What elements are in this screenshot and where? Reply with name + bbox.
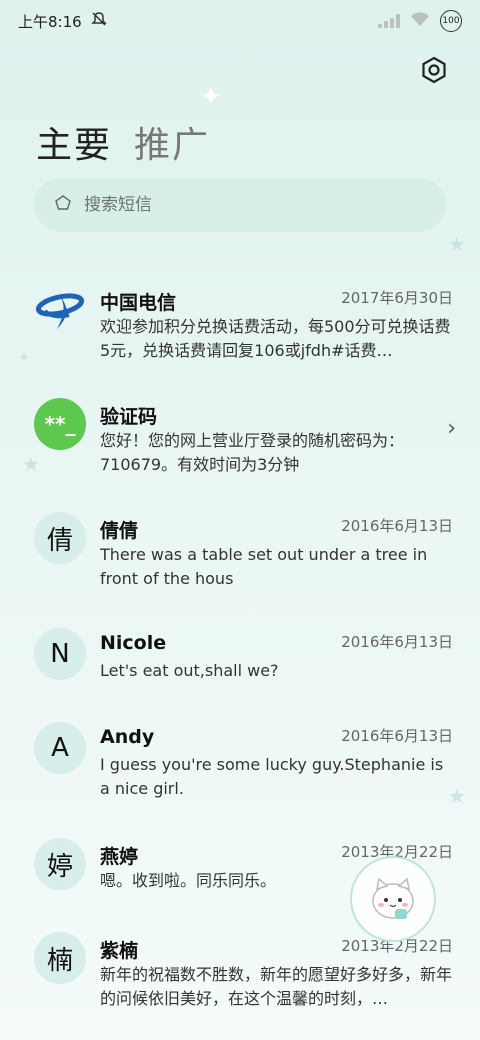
conversation-preview: Let's eat out,shall we? bbox=[100, 661, 279, 680]
conversation-item[interactable]: A Andy 2016年6月13日 I guess you're some lu… bbox=[0, 706, 480, 806]
avatar: 倩 bbox=[34, 512, 86, 564]
conversation-preview: 新年的祝福数不胜数，新年的愿望好多好多，新年的问候依旧美好，在这个温馨的时刻，… bbox=[100, 965, 452, 1008]
avatar bbox=[34, 284, 86, 336]
search-bar[interactable] bbox=[34, 178, 446, 232]
conversation-item[interactable]: 倩 倩倩 2016年6月13日 There was a table set ou… bbox=[0, 496, 480, 596]
avatar: **_ bbox=[34, 398, 86, 450]
cartoon-cat-icon bbox=[372, 877, 414, 919]
search-icon bbox=[54, 194, 72, 216]
tab-promotions[interactable]: 推广 bbox=[134, 116, 210, 168]
status-bar: 上午8:16 100 bbox=[0, 0, 480, 42]
avatar: 婷 bbox=[34, 838, 86, 890]
conversation-item[interactable]: N Nicole 2016年6月13日 Let's eat out,shall … bbox=[0, 612, 480, 712]
hexagon-settings-icon bbox=[422, 56, 446, 84]
tab-bar: 主要 推广 bbox=[36, 116, 210, 168]
chevron-right-icon[interactable]: › bbox=[447, 416, 456, 441]
conversation-name: 紫楠 bbox=[100, 940, 139, 962]
compose-button[interactable] bbox=[350, 856, 436, 942]
sparkle-decoration: ✦ bbox=[200, 82, 222, 112]
conversation-date: 2016年6月13日 bbox=[341, 633, 453, 651]
conversation-name: 验证码 bbox=[100, 406, 158, 428]
conversation-name: Nicole bbox=[100, 632, 167, 654]
conversation-name: 倩倩 bbox=[100, 520, 139, 542]
conversation-name: Andy bbox=[100, 726, 155, 748]
avatar: 楠 bbox=[34, 932, 86, 984]
signal-icon bbox=[378, 14, 400, 28]
status-time: 上午8:16 bbox=[18, 12, 82, 31]
avatar: A bbox=[34, 722, 86, 774]
star-decoration: ★ bbox=[448, 232, 466, 256]
battery-icon: 100 bbox=[440, 10, 462, 32]
conversation-preview: There was a table set out under a tree i… bbox=[100, 545, 428, 588]
conversation-date: 2016年6月13日 bbox=[341, 727, 453, 745]
conversation-preview: 欢迎参加积分兑换话费活动，每500分可兑换话费5元，兑换话费请回复106或jfd… bbox=[100, 317, 451, 360]
conversation-date: 2016年6月13日 bbox=[341, 517, 453, 535]
avatar: N bbox=[34, 628, 86, 680]
conversation-preview: 您好！您的网上营业厅登录的随机密码为：710679。有效时间为3分钟 bbox=[100, 431, 405, 474]
conversation-preview: I guess you're some lucky guy.Stephanie … bbox=[100, 755, 444, 798]
conversation-item[interactable]: **_ 验证码 您好！您的网上营业厅登录的随机密码为：710679。有效时间为3… bbox=[0, 382, 480, 482]
conversation-item[interactable]: 中国电信 2017年6月30日 欢迎参加积分兑换话费活动，每500分可兑换话费5… bbox=[0, 268, 480, 368]
search-input[interactable] bbox=[84, 195, 384, 215]
tab-primary[interactable]: 主要 bbox=[36, 116, 112, 168]
china-telecom-logo-icon bbox=[35, 293, 85, 329]
conversation-date: 2017年6月30日 bbox=[341, 289, 453, 307]
settings-button[interactable] bbox=[418, 54, 450, 86]
wifi-icon bbox=[410, 11, 430, 31]
conversation-name: 中国电信 bbox=[100, 292, 177, 314]
conversation-name: 燕婷 bbox=[100, 846, 139, 868]
mute-icon bbox=[90, 11, 108, 31]
